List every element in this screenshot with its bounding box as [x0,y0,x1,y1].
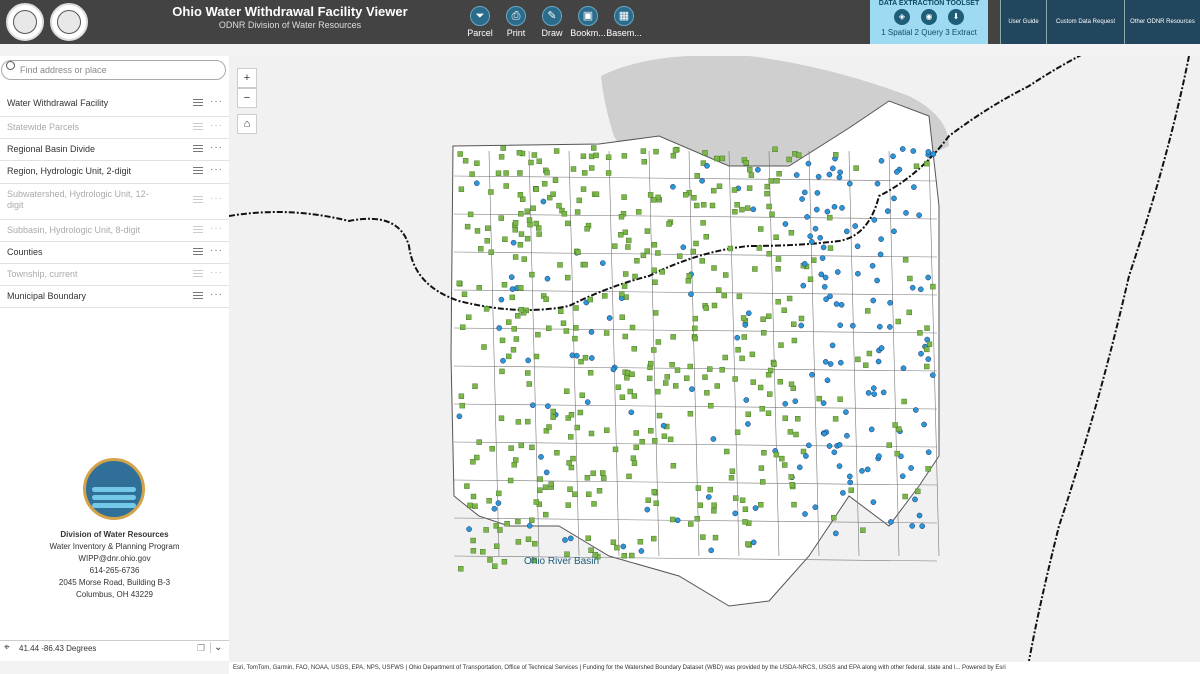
more-options-icon[interactable]: ··· [210,120,223,131]
layer-label: Water Withdrawal Facility [7,98,109,108]
app-title: Ohio Water Withdrawal Facility Viewer [172,4,408,19]
copy-icon[interactable]: ❐ [197,643,205,654]
bookmark-icon: ▣ [578,6,598,26]
other-odnr-resources-button[interactable]: Other ODNR Resources [1124,0,1200,44]
coordinate-readout: ⌖ 41.44 -86.43 Degrees ❐ ⌄ [0,640,229,658]
more-options-icon[interactable]: ··· [210,96,223,107]
user-guide-button[interactable]: User Guide [1000,0,1046,44]
layer-label: Region, Hydrologic Unit, 2-digit [7,166,132,176]
layer-label: Subwatershed, Hydrologic Unit, 12-digit [7,189,149,210]
layer-label: Township, current [7,269,78,279]
parcel-tool-button[interactable]: ⏷ Parcel [460,6,500,40]
layer-township[interactable]: Township, current ··· [0,264,229,286]
chevron-down-icon[interactable]: ⌄ [210,642,222,653]
layer-municipal-boundary[interactable]: Municipal Boundary ··· [0,286,229,308]
print-icon: ⎙ [506,6,526,26]
legend-icon[interactable] [193,167,203,176]
zoom-in-button[interactable]: + [237,68,257,88]
app-subtitle: ODNR Division of Water Resources [218,20,362,30]
layer-subbasin-huc8[interactable]: Subbasin, Hydrologic Unit, 8-digit ··· [0,220,229,242]
coordinate-text: 41.44 -86.43 Degrees [19,644,97,653]
ohio-seal-logo [6,3,44,41]
more-options-icon[interactable]: ··· [210,164,223,175]
layer-regional-basin-divide[interactable]: Regional Basin Divide ··· [0,139,229,161]
legend-icon[interactable] [193,123,203,132]
more-options-icon[interactable]: ··· [210,289,223,300]
crosshair-icon[interactable]: ⌖ [4,642,10,653]
division-of-water-logo [83,458,145,520]
more-options-icon[interactable]: ··· [210,142,223,153]
draw-icon: ✎ [542,6,562,26]
custom-data-request-button[interactable]: Custom Data Request [1046,0,1124,44]
contact-org: Division of Water Resources [60,530,169,539]
legend-icon[interactable] [193,292,203,301]
basin-label: Ohio River Basin [524,556,599,567]
state-border-line [1028,56,1190,661]
contact-address-line2: Columbus, OH 43229 [76,590,153,599]
layer-label: Counties [7,247,43,257]
map-view[interactable]: Ohio River Basin + − ⌂ [229,56,1200,661]
layer-label: Regional Basin Divide [7,144,96,154]
layer-counties[interactable]: Counties ··· [0,242,229,264]
layer-panel: Find address or place Water Withdrawal F… [0,56,229,661]
extract-icon[interactable]: ⬇ [948,9,964,25]
legend-icon[interactable] [193,270,203,279]
draw-tool-button[interactable]: ✎ Draw [532,6,572,40]
home-icon[interactable]: ⌂ [237,114,257,134]
bookmarks-tool-button[interactable]: ▣ Bookm... [568,6,608,40]
map-attribution: Esri, TomTom, Garmin, FAO, NOAA, USGS, E… [229,662,1200,674]
basemap-tool-button[interactable]: ▦ Basem... [604,6,644,40]
legend-icon[interactable] [193,196,203,205]
more-options-icon[interactable]: ··· [210,267,223,278]
query-icon[interactable]: ◉ [921,9,937,25]
layer-label: Subbasin, Hydrologic Unit, 8-digit [7,225,141,235]
odnr-seal-logo [50,3,88,41]
contact-address-line1: 2045 Morse Road, Building B-3 [58,578,171,587]
extraction-title: DATA EXTRACTION TOOLSET [878,0,980,7]
basemap-icon: ▦ [614,6,634,26]
more-options-icon[interactable]: ··· [210,193,223,204]
layer-water-withdrawal-facility[interactable]: Water Withdrawal Facility ··· [0,93,229,117]
contact-phone: 614-265-6736 [89,566,140,575]
layer-region-huc2[interactable]: Region, Hydrologic Unit, 2-digit ··· [0,161,229,184]
legend-icon[interactable] [193,248,203,257]
spatial-icon[interactable]: ◈ [894,9,910,25]
app-header: Ohio Water Withdrawal Facility Viewer OD… [0,0,1200,44]
print-tool-button[interactable]: ⎙ Print [496,6,536,40]
more-options-icon[interactable]: ··· [210,223,223,234]
search-icon [6,61,15,70]
legend-icon[interactable] [193,226,203,235]
layer-statewide-parcels[interactable]: Statewide Parcels ··· [0,117,229,139]
legend-icon[interactable] [193,99,203,108]
data-extraction-toolset: DATA EXTRACTION TOOLSET ◈ ◉ ⬇ 1 Spatial … [870,0,988,44]
layer-subwatershed-huc12[interactable]: Subwatershed, Hydrologic Unit, 12-digit … [0,184,229,220]
contact-program: Water Inventory & Planning Program [49,542,180,551]
extraction-steps: 1 Spatial 2 Query 3 Extract [881,28,977,37]
search-input[interactable]: Find address or place [1,60,226,80]
more-options-icon[interactable]: ··· [210,245,223,256]
zoom-out-button[interactable]: − [237,88,257,108]
filter-icon: ⏷ [470,6,490,26]
contact-email[interactable]: WIPP@dnr.ohio.gov [0,554,229,563]
map-canvas: Ohio River Basin [229,56,1190,661]
layer-label: Statewide Parcels [7,122,80,132]
legend-icon[interactable] [193,145,203,154]
layer-label: Municipal Boundary [7,291,87,301]
